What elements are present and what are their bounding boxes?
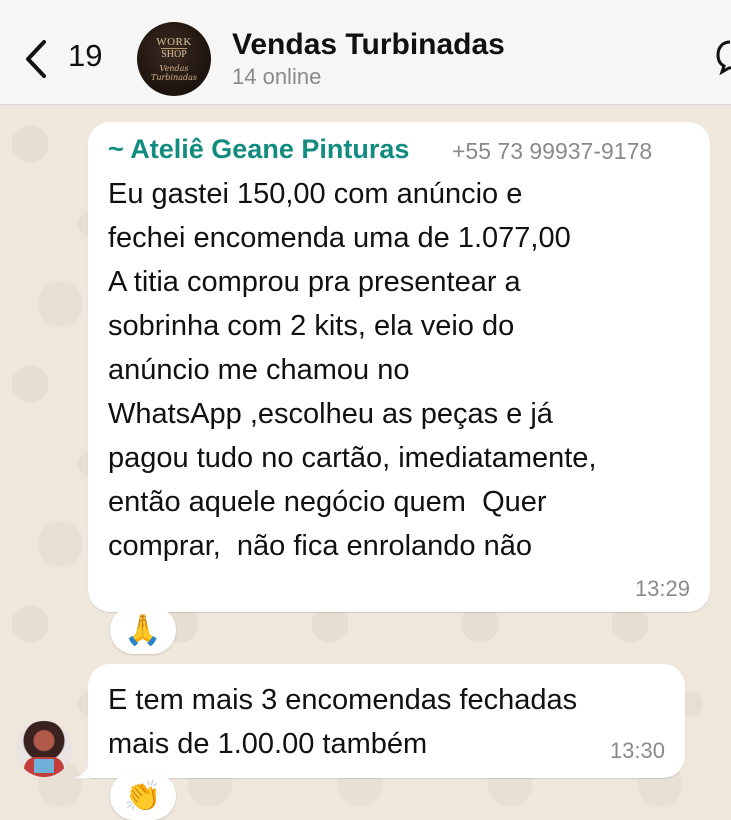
chat-bubble-icon[interactable] [714, 36, 731, 76]
chat-header: 19 WORK SHOP Vendas Turbinadas Vendas Tu… [0, 0, 731, 105]
chevron-left-icon [26, 40, 46, 78]
online-status: 14 online [232, 64, 322, 89]
message-bubble[interactable]: ~ Ateliê Geane Pinturas +55 73 99937-917… [88, 122, 710, 612]
reaction-pray[interactable]: 🙏 [110, 606, 176, 654]
reaction-clap[interactable]: 👏 [110, 772, 176, 820]
group-name[interactable]: Vendas Turbinadas [232, 28, 505, 62]
message-text: Eu gastei 150,00 com anúncio e fechei en… [108, 178, 597, 562]
group-avatar[interactable]: WORK SHOP Vendas Turbinadas [137, 22, 211, 96]
unread-count[interactable]: 19 [68, 38, 102, 74]
sender-name[interactable]: ~ Ateliê Geane Pinturas [108, 134, 409, 164]
sender-avatar[interactable] [16, 721, 72, 777]
message-bubble[interactable]: E tem mais 3 encomendas fechadas mais de… [88, 664, 685, 778]
message-time: 13:29 [634, 576, 690, 601]
message-time: 13:30 [609, 738, 665, 763]
sender-row: ~ Ateliê Geane Pinturas +55 73 99937-917… [108, 134, 698, 165]
back-button[interactable] [22, 36, 72, 82]
sender-phone: +55 73 99937-9178 [452, 138, 653, 164]
